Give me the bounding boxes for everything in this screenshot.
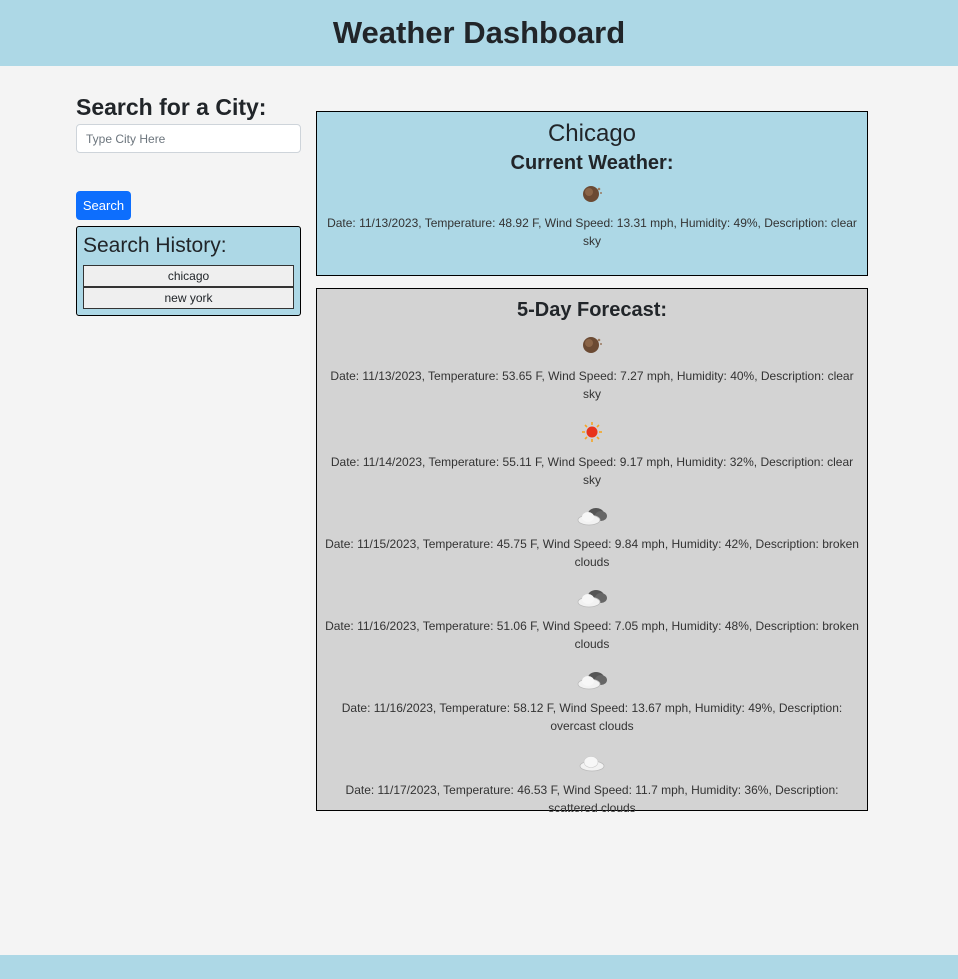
- search-history-panel: Search History: chicago new york: [76, 226, 301, 316]
- forecast-item: Date: 11/16/2023, Temperature: 51.06 F, …: [317, 583, 867, 653]
- search-button[interactable]: Search: [76, 191, 131, 220]
- forecast-text: Date: 11/13/2023, Temperature: 53.65 F, …: [330, 369, 854, 401]
- forecast-item: Date: 11/14/2023, Temperature: 55.11 F, …: [317, 417, 867, 489]
- forecast-item: Date: 11/17/2023, Temperature: 46.53 F, …: [317, 747, 867, 817]
- forecast-item: Date: 11/16/2023, Temperature: 58.12 F, …: [317, 665, 867, 735]
- current-weather-heading: Current Weather:: [510, 152, 674, 174]
- search-history-title: Search History:: [83, 234, 227, 257]
- broken-clouds-icon: [577, 508, 607, 526]
- forecast-heading: 5-Day Forecast:: [516, 299, 668, 321]
- search-title: Search for a City:: [76, 94, 267, 120]
- forecast-text: Date: 11/16/2023, Temperature: 58.12 F, …: [341, 701, 843, 733]
- page-title: Weather Dashboard: [332, 15, 626, 50]
- clear-day-icon: [582, 422, 602, 442]
- forecast-text: Date: 11/15/2023, Temperature: 45.75 F, …: [325, 537, 859, 569]
- current-weather-text: Date: 11/13/2023, Temperature: 48.92 F, …: [327, 216, 857, 248]
- broken-clouds-icon: [577, 590, 607, 608]
- page-footer: [0, 955, 958, 979]
- forecast-text: Date: 11/17/2023, Temperature: 46.53 F, …: [345, 783, 839, 815]
- forecast-item: Date: 11/13/2023, Temperature: 53.65 F, …: [317, 329, 867, 403]
- forecast-text: Date: 11/14/2023, Temperature: 55.11 F, …: [330, 455, 854, 487]
- page-header: Weather Dashboard: [0, 0, 958, 66]
- broken-clouds-icon: [577, 672, 607, 690]
- forecast-panel: 5-Day Forecast: Date: 11/13/2023, Temper…: [316, 288, 868, 815]
- current-weather-panel: Chicago Current Weather: Date: 11/13/202…: [316, 111, 868, 276]
- scattered-clouds-icon: [579, 756, 605, 772]
- city-search-input[interactable]: [76, 124, 301, 153]
- forecast-item: Date: 11/15/2023, Temperature: 45.75 F, …: [317, 501, 867, 571]
- clear-night-icon: [583, 337, 602, 353]
- history-item-chicago[interactable]: chicago: [83, 265, 294, 287]
- history-item-new-york[interactable]: new york: [83, 287, 294, 309]
- forecast-text: Date: 11/16/2023, Temperature: 51.06 F, …: [325, 619, 859, 651]
- sidebar: Search for a City: Search Search History…: [76, 92, 301, 316]
- city-name: Chicago: [547, 120, 637, 147]
- clear-night-icon: [583, 186, 602, 202]
